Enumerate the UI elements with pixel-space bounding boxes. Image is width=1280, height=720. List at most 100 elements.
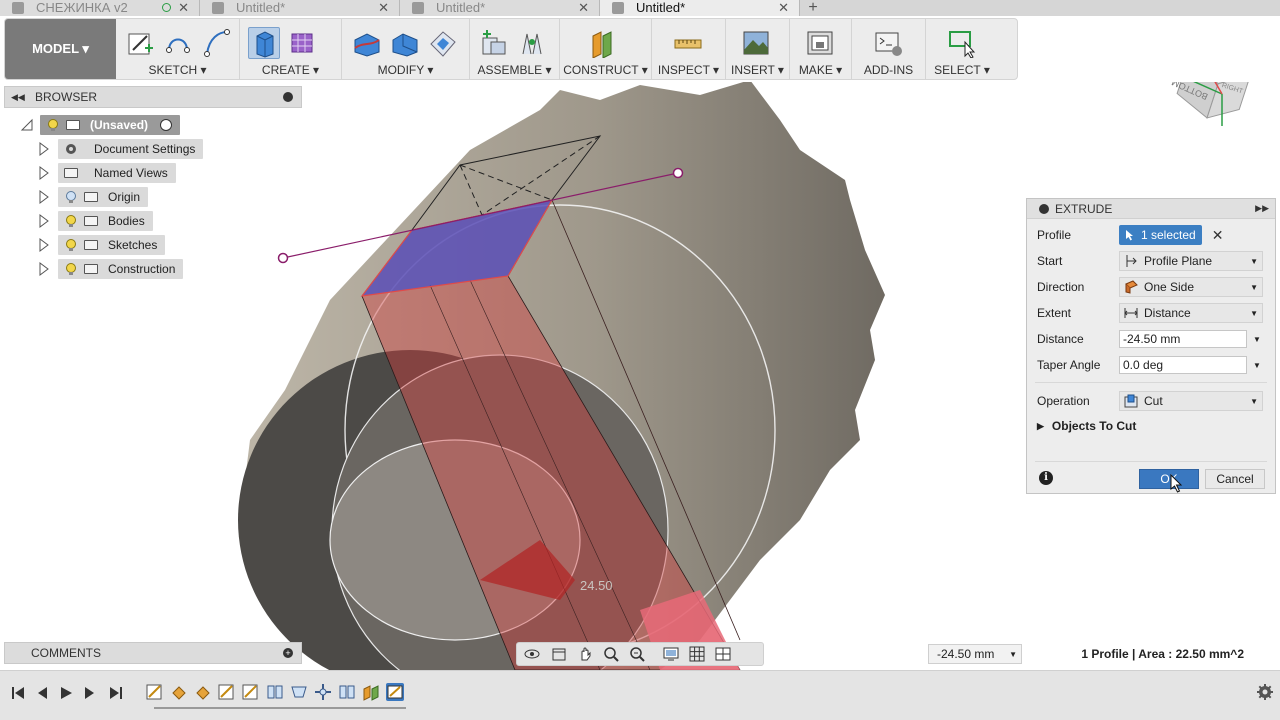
3d-print-icon[interactable] <box>804 27 836 59</box>
minimize-dialog-icon[interactable] <box>1039 203 1049 214</box>
pan-icon[interactable] <box>575 645 595 663</box>
sketch-menu[interactable]: SKETCH ▾ <box>116 63 239 77</box>
sketches-label[interactable]: Sketches <box>58 235 166 255</box>
shell-icon[interactable] <box>426 27 458 59</box>
browser-item-named-views[interactable]: Named Views <box>38 163 176 183</box>
display-settings-icon[interactable] <box>661 645 681 663</box>
timeline-sketch-icon[interactable] <box>146 683 164 701</box>
step-forward-icon[interactable] <box>82 685 98 701</box>
extent-dropdown[interactable]: Distance ▼ <box>1119 303 1263 323</box>
close-tab-icon[interactable]: ✕ <box>778 0 789 16</box>
browser-item-sketches[interactable]: Sketches <box>38 235 166 255</box>
distance-heads-up-input[interactable]: -24.50 mm ▼ <box>928 644 1022 664</box>
modify-menu[interactable]: MODIFY ▾ <box>342 63 469 77</box>
create-menu[interactable]: CREATE ▾ <box>240 63 341 77</box>
document-tab-untitled-active[interactable]: Untitled* ✕ <box>600 0 800 16</box>
arc-icon[interactable] <box>200 27 232 59</box>
close-tab-icon[interactable]: ✕ <box>378 0 389 16</box>
look-at-icon[interactable] <box>549 645 569 663</box>
visibility-bulb-icon[interactable] <box>46 118 60 132</box>
ok-button[interactable]: OK <box>1139 469 1199 489</box>
offset-plane-icon[interactable] <box>586 27 618 59</box>
timeline-plane-icon[interactable] <box>362 683 380 701</box>
document-tab-untitled-2[interactable]: Untitled* ✕ <box>400 0 600 16</box>
timeline-pattern-icon[interactable] <box>338 683 356 701</box>
chevron-down-icon[interactable]: ▼ <box>1253 361 1261 370</box>
create-sketch-icon[interactable] <box>124 27 156 59</box>
timeline-sketch-icon[interactable] <box>242 683 260 701</box>
document-settings-label[interactable]: Document Settings <box>58 139 204 159</box>
root-component[interactable]: (Unsaved) <box>40 115 181 135</box>
taper-angle-input[interactable]: 0.0 deg <box>1119 356 1247 374</box>
visibility-bulb-icon[interactable] <box>64 238 78 252</box>
activate-component-icon[interactable] <box>160 119 173 131</box>
grid-icon[interactable] <box>687 645 707 663</box>
expand-arrow-icon[interactable] <box>38 166 50 180</box>
add-comment-icon[interactable]: + <box>283 648 293 658</box>
chevron-down-icon[interactable]: ▼ <box>1009 650 1017 659</box>
fillet-icon[interactable] <box>388 27 420 59</box>
play-icon[interactable] <box>58 685 74 701</box>
timeline-shell-icon[interactable] <box>290 683 308 701</box>
objects-to-cut-section[interactable]: ▶ Objects To Cut <box>1037 419 1136 433</box>
browser-item-origin[interactable]: Origin <box>38 187 149 207</box>
expand-dialog-icon[interactable]: ▶▶ <box>1255 203 1269 214</box>
insert-menu[interactable]: INSERT ▾ <box>726 63 789 77</box>
new-tab-button[interactable]: + <box>800 0 826 16</box>
select-icon[interactable] <box>946 27 978 59</box>
step-back-icon[interactable] <box>34 685 50 701</box>
browser-panel-header[interactable]: ◀◀ BROWSER <box>4 86 302 108</box>
clear-selection-icon[interactable]: ✕ <box>1212 227 1224 244</box>
timeline-extrude-icon[interactable] <box>194 683 212 701</box>
insert-image-icon[interactable] <box>740 27 772 59</box>
measure-icon[interactable] <box>672 27 704 59</box>
timeline-track[interactable] <box>154 707 406 709</box>
new-component-icon[interactable] <box>478 27 510 59</box>
form-icon[interactable] <box>286 27 318 59</box>
timeline-pattern-icon[interactable] <box>266 683 284 701</box>
distance-input[interactable]: -24.50 mm <box>1119 330 1247 348</box>
direction-dropdown[interactable]: One Side ▼ <box>1119 277 1263 297</box>
expand-triangle-icon[interactable] <box>20 118 34 132</box>
info-icon[interactable]: i <box>1039 471 1053 485</box>
browser-root[interactable]: (Unsaved) <box>20 115 181 135</box>
comments-panel[interactable]: COMMENTS + <box>4 642 302 664</box>
minimize-browser-icon[interactable] <box>283 92 293 102</box>
close-tab-icon[interactable]: ✕ <box>178 0 189 16</box>
visibility-bulb-icon[interactable] <box>64 214 78 228</box>
expand-arrow-icon[interactable] <box>38 214 50 228</box>
press-pull-icon[interactable] <box>350 27 382 59</box>
assemble-menu[interactable]: ASSEMBLE ▾ <box>470 63 559 77</box>
operation-dropdown[interactable]: Cut ▼ <box>1119 391 1263 411</box>
inspect-menu[interactable]: INSPECT ▾ <box>652 63 725 77</box>
browser-item-construction[interactable]: Construction <box>38 259 184 279</box>
construction-label[interactable]: Construction <box>58 259 184 279</box>
viewports-icon[interactable] <box>713 645 733 663</box>
make-menu[interactable]: MAKE ▾ <box>790 63 851 77</box>
timeline-sketch-icon[interactable] <box>218 683 236 701</box>
collapse-browser-icon[interactable]: ◀◀ <box>11 92 25 103</box>
document-tab-untitled-1[interactable]: Untitled* ✕ <box>200 0 400 16</box>
joint-icon[interactable] <box>516 27 548 59</box>
visibility-bulb-off-icon[interactable] <box>64 190 78 204</box>
scripts-icon[interactable] <box>872 27 904 59</box>
expand-arrow-icon[interactable] <box>38 262 50 276</box>
timeline-move-icon[interactable] <box>314 683 332 701</box>
bodies-label[interactable]: Bodies <box>58 211 153 231</box>
extrude-icon[interactable] <box>248 27 280 59</box>
fit-icon[interactable] <box>627 645 647 663</box>
expand-arrow-icon[interactable] <box>38 142 50 156</box>
cancel-button[interactable]: Cancel <box>1205 469 1265 489</box>
timeline-extrude-icon[interactable] <box>170 683 188 701</box>
start-dropdown[interactable]: Profile Plane ▼ <box>1119 251 1263 271</box>
chevron-down-icon[interactable]: ▼ <box>1253 335 1261 344</box>
close-tab-icon[interactable]: ✕ <box>578 0 589 16</box>
construct-menu[interactable]: CONSTRUCT ▾ <box>560 63 651 77</box>
add-ins-menu[interactable]: ADD-INS <box>852 63 925 77</box>
line-icon[interactable] <box>162 27 194 59</box>
extrude-dialog-header[interactable]: EXTRUDE ▶▶ <box>1027 199 1275 219</box>
browser-item-document-settings[interactable]: Document Settings <box>38 139 204 159</box>
timeline-active-sketch-icon[interactable] <box>386 683 404 701</box>
visibility-bulb-icon[interactable] <box>64 262 78 276</box>
go-to-end-icon[interactable] <box>108 685 124 701</box>
